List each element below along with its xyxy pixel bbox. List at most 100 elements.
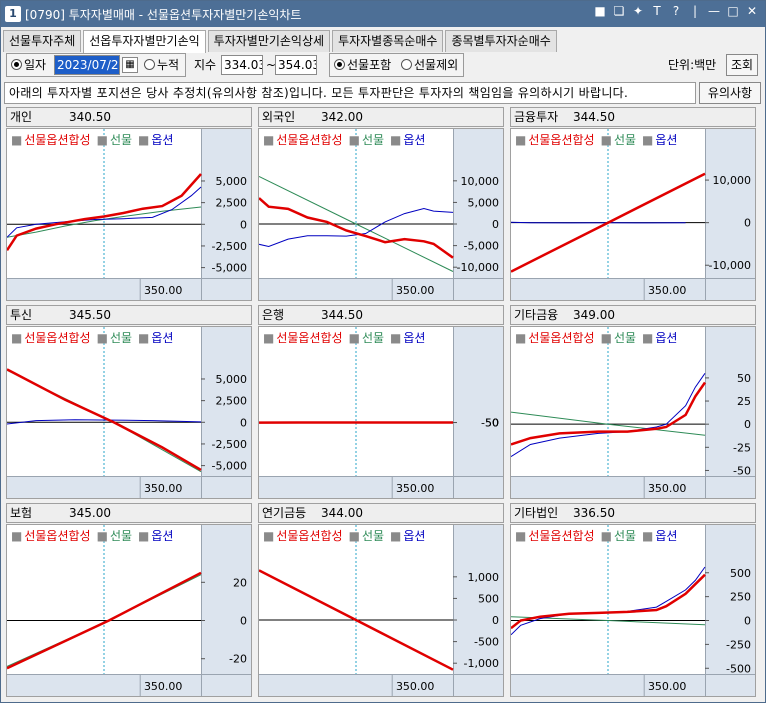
- legend-marker-icon: ■: [97, 529, 108, 543]
- tab-futures-investor[interactable]: 선물투자주체: [3, 30, 82, 52]
- chart-legend: ■ 선물옵션합성 ■ 선물 ■ 옵션: [11, 331, 173, 345]
- y-tick-label: 1,000: [468, 571, 500, 584]
- legend-label-futures: 선물: [362, 133, 384, 147]
- tab-investor-item-netbuy[interactable]: 투자자별종목순매수: [332, 30, 444, 52]
- text-mode-icon[interactable]: T: [650, 4, 664, 18]
- chart-panel: 은행 344.50 350.00 50 0 -50 ■ 선물옵션합성 ■ 선물 ■ 옵션: [258, 305, 504, 499]
- x-tick-label: 350.00: [396, 482, 435, 495]
- chart-breakeven-value: 344.00: [321, 506, 363, 520]
- minimize-icon[interactable]: —: [707, 4, 721, 18]
- legend-label-combined: 선물옵션합성: [528, 133, 594, 147]
- legend-marker-icon: ■: [390, 529, 401, 543]
- legend-label-futures: 선물: [614, 133, 636, 147]
- legend-marker-icon: ■: [263, 133, 274, 147]
- legend-label-options: 옵션: [655, 331, 677, 345]
- maximize-icon[interactable]: □: [726, 4, 740, 18]
- y-tick-label: -500: [474, 636, 499, 649]
- close-icon[interactable]: ✕: [745, 4, 759, 18]
- y-tick-label: 0: [744, 615, 751, 628]
- chart-breakeven-value: 349.00: [573, 308, 615, 322]
- window: 1 [0790] 투자자별매매 - 선물옵션투자자별만기손익차트 ■ ❏ ✦ T…: [0, 0, 766, 703]
- legend-marker-icon: ■: [642, 529, 653, 543]
- legend-label-options: 옵션: [151, 133, 173, 147]
- chart-body: 350.00 20 0 -20 ■ 선물옵션합성 ■ 선물 ■ 옵션: [6, 524, 252, 697]
- index-from-input[interactable]: 334.03: [221, 55, 263, 75]
- y-axis-area: [705, 129, 755, 300]
- dock-icon[interactable]: ■: [593, 4, 607, 18]
- y-tick-label: 0: [492, 218, 499, 231]
- legend-marker-icon: ■: [138, 331, 149, 345]
- chart-legend: ■ 선물옵션합성 ■ 선물 ■ 옵션: [11, 529, 173, 543]
- legend-marker-icon: ■: [263, 529, 274, 543]
- chart-body: 350.00 500 250 0 -250 -500 ■ 선물옵션합성 ■ 선물 ■ 옵션: [510, 524, 756, 697]
- chart-svg: 350.00500-50■ 선물옵션합성 ■ 선물 ■ 옵션: [259, 327, 503, 498]
- calendar-icon[interactable]: ▦: [122, 57, 138, 73]
- chart-body: 350.00 5,000 2,500 0 -2,500 -5,000 ■ 선물옵션합성 ■ 선물 ■…: [6, 128, 252, 301]
- chart-svg: 350.005,0002,5000-2,500-5,000■ 선물옵션합성 ■ 선물 ■…: [7, 129, 251, 300]
- daily-radio[interactable]: 일자: [11, 55, 46, 75]
- tab-item-investor-netbuy[interactable]: 종목별투자자순매수: [445, 30, 557, 52]
- legend-label-futures: 선물: [110, 331, 132, 345]
- legend-label-futures: 선물: [362, 529, 384, 543]
- x-tick-label: 350.00: [396, 284, 435, 297]
- x-axis-area: [7, 476, 251, 498]
- y-tick-label: 50: [737, 372, 751, 385]
- cumulative-radio[interactable]: 누적: [144, 55, 179, 75]
- y-tick-label: 250: [730, 591, 751, 604]
- chart-legend: ■ 선물옵션합성 ■ 선물 ■ 옵션: [263, 133, 425, 147]
- legend-marker-icon: ■: [138, 133, 149, 147]
- legend-marker-icon: ■: [97, 133, 108, 147]
- y-tick-label: 5,000: [216, 373, 248, 386]
- legend-marker-icon: ■: [349, 331, 360, 345]
- y-tick-label: -5,000: [464, 240, 499, 253]
- chart-header: 연기금등 344.00: [258, 503, 504, 523]
- notice-button[interactable]: 유의사항: [699, 82, 761, 104]
- chart-breakeven-value: 340.50: [69, 110, 111, 124]
- copy-window-icon[interactable]: ❏: [612, 4, 626, 18]
- y-tick-label: -1,000: [464, 657, 499, 670]
- exclude-futures-radio[interactable]: 선물제외: [401, 55, 458, 75]
- chart-legend: ■ 선물옵션합성 ■ 선물 ■ 옵션: [263, 331, 425, 345]
- y-tick-label: 2,500: [216, 395, 248, 408]
- chart-title: 보험: [10, 506, 33, 520]
- pin-icon[interactable]: ✦: [631, 4, 645, 18]
- chart-panel: 기타금융 349.00 350.00 50 25 0 -25 -50 ■ 선물옵션합성 ■ 선물 ■ 옵션: [510, 305, 756, 499]
- tab-investor-expiry-pnl[interactable]: 선옵투자자별만기손익: [83, 30, 206, 53]
- x-axis-area: [511, 674, 755, 696]
- y-tick-label: 20: [233, 576, 247, 589]
- chart-panel: 연기금등 344.00 350.00 1,000 500 0 -500 -1,000 ■ 선물옵션…: [258, 503, 504, 697]
- chart-body: 350.00 50 25 0 -25 -50 ■ 선물옵션합성 ■ 선물 ■ 옵션: [510, 326, 756, 499]
- chart-panel: 기타법인 336.50 350.00 500 250 0 -250 -500 ■ 선물옵션합성 ■ 선…: [510, 503, 756, 697]
- legend-label-futures: 선물: [110, 133, 132, 147]
- legend-marker-icon: ■: [11, 529, 22, 543]
- legend-marker-icon: ■: [390, 133, 401, 147]
- legend-label-combined: 선물옵션합성: [24, 133, 90, 147]
- y-axis-area: [453, 327, 503, 498]
- legend-label-options: 옵션: [403, 331, 425, 345]
- chart-header: 은행 344.50: [258, 305, 504, 325]
- chart-panel: 개인 340.50 350.00 5,000 2,500 0 -2,500 -5,000 ■ 선물…: [6, 107, 252, 301]
- x-axis-area: [7, 278, 251, 300]
- x-tick-label: 350.00: [144, 680, 183, 693]
- help-icon[interactable]: ?: [669, 4, 683, 18]
- y-tick-label: -50: [733, 464, 751, 477]
- include-futures-radio[interactable]: 선물포함: [334, 55, 391, 75]
- legend-label-combined: 선물옵션합성: [276, 133, 342, 147]
- y-tick-label: 0: [492, 614, 499, 627]
- chart-svg: 350.005,0002,5000-2,500-5,000■ 선물옵션합성 ■ 선물 ■…: [7, 327, 251, 498]
- y-tick-label: 0: [240, 416, 247, 429]
- window-number-badge: 1: [5, 6, 21, 22]
- legend-label-combined: 선물옵션합성: [528, 529, 594, 543]
- index-to-input[interactable]: 354.03: [275, 55, 317, 75]
- x-axis-area: [259, 476, 503, 498]
- date-input[interactable]: 2023/07/28: [54, 55, 120, 75]
- search-button[interactable]: 조회: [726, 54, 758, 76]
- legend-label-futures: 선물: [614, 529, 636, 543]
- legend-marker-icon: ■: [515, 529, 526, 543]
- y-tick-label: 2,500: [216, 197, 248, 210]
- title-bar[interactable]: 1 [0790] 투자자별매매 - 선물옵션투자자별만기손익차트 ■ ❏ ✦ T…: [1, 1, 765, 27]
- chart-body: 350.00 10,000 0 -10,000 ■ 선물옵션합성 ■ 선물 ■ 옵션: [510, 128, 756, 301]
- chart-panel: 외국인 342.00 350.00 10,000 5,000 0 -5,000 -10,000…: [258, 107, 504, 301]
- chart-legend: ■ 선물옵션합성 ■ 선물 ■ 옵션: [515, 331, 677, 345]
- tab-investor-expiry-pnl-detail[interactable]: 투자자별만기손익상세: [207, 30, 331, 52]
